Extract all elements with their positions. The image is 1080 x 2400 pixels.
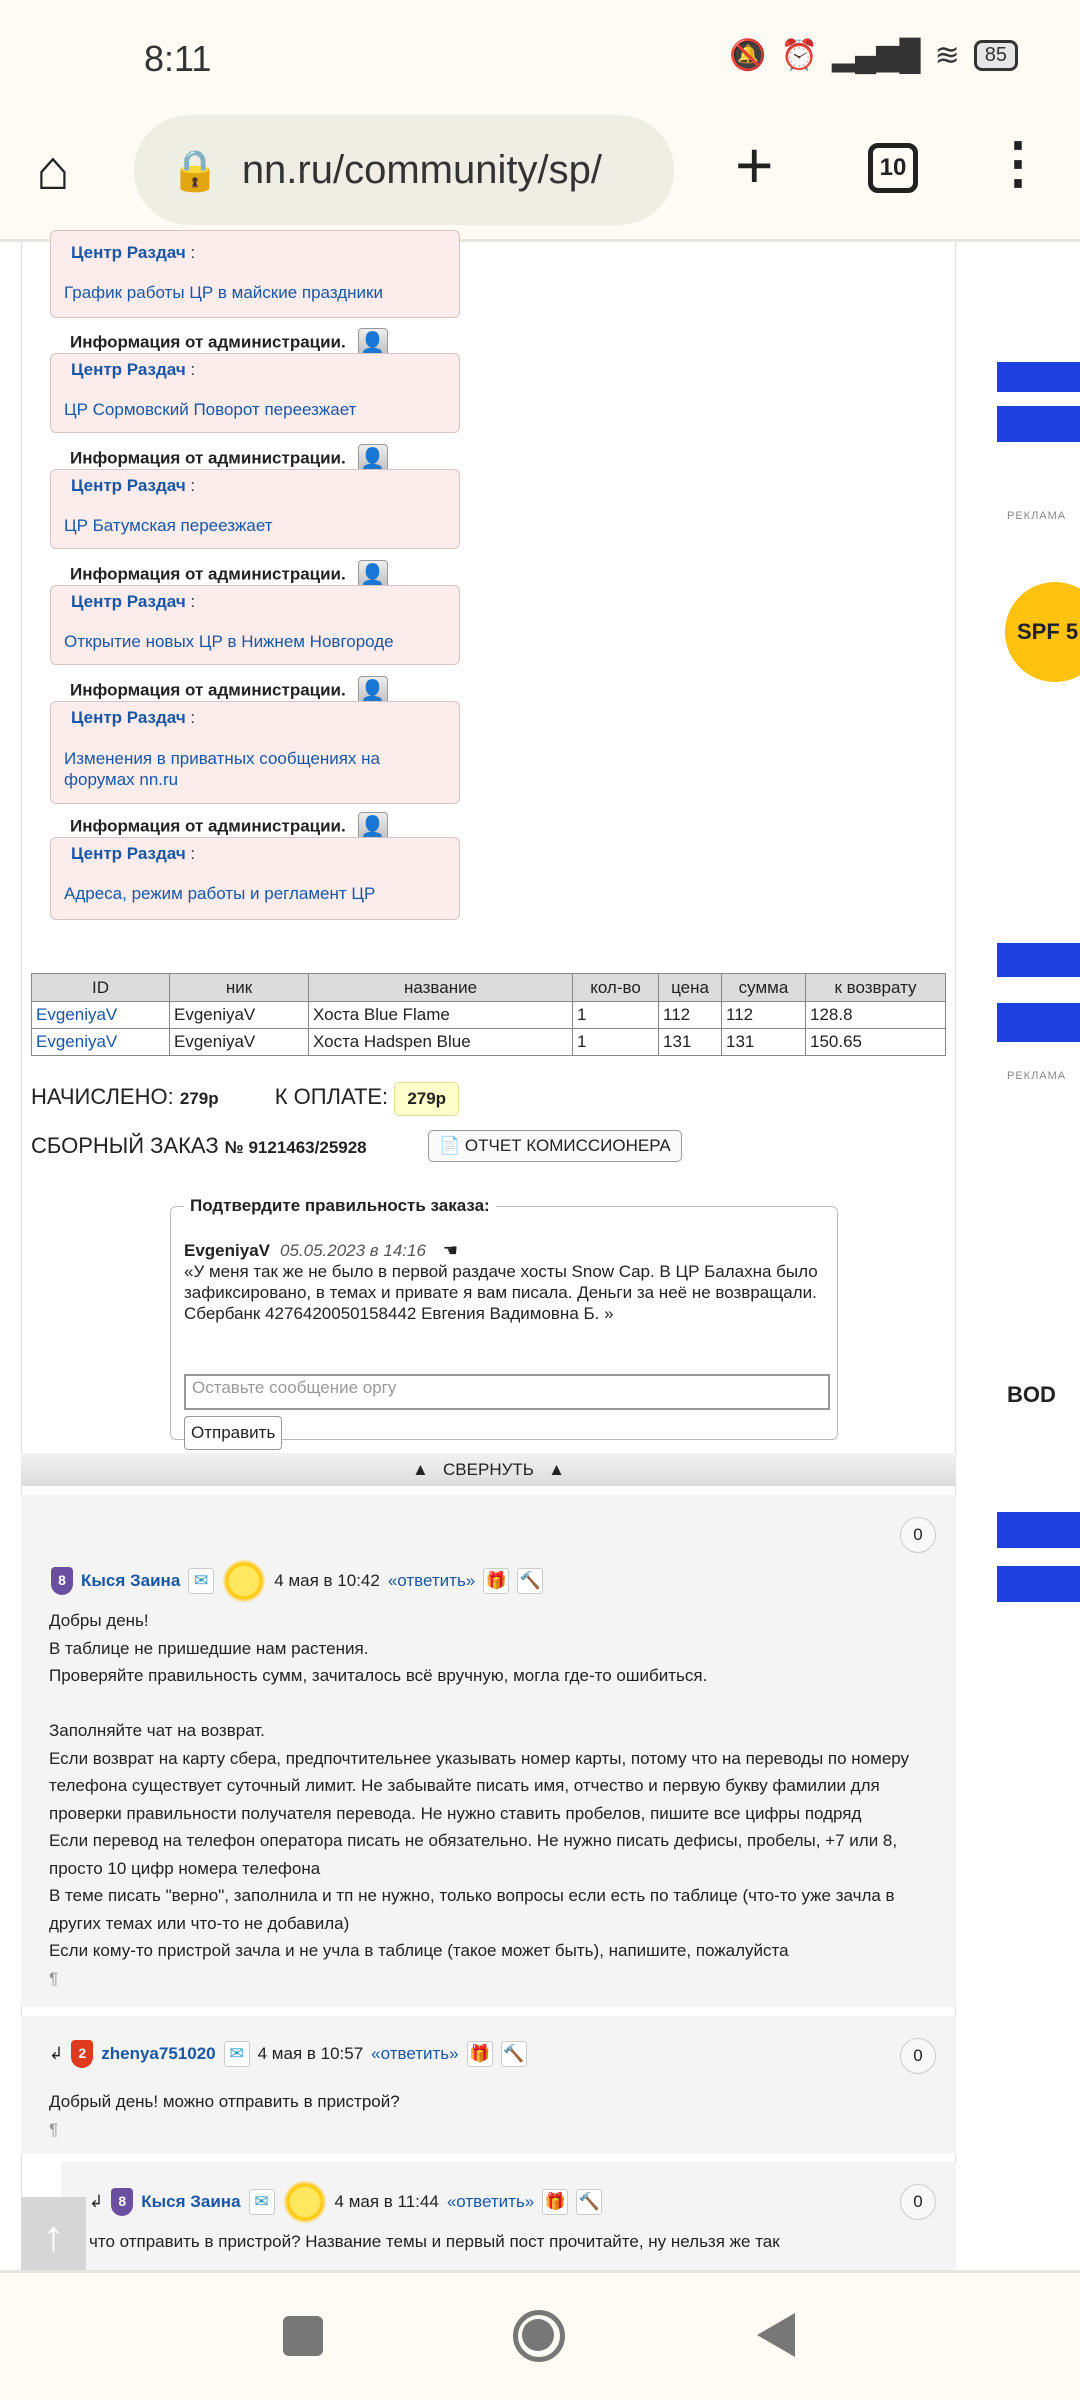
alarm-icon: ⏰ <box>780 39 818 72</box>
back-button[interactable] <box>757 2313 795 2357</box>
author-link[interactable]: zhenya751020 <box>101 2044 215 2064</box>
order-table: ID ник название кол-во цена сумма к возв… <box>31 973 946 1056</box>
table-header: ID ник название кол-во цена сумма к возв… <box>31 973 946 1002</box>
reply-arrow-icon: ↲ <box>49 2044 64 2063</box>
notice-link[interactable]: ЦР Батумская переезжает <box>64 516 273 536</box>
accrued-value: 279р <box>179 1089 219 1108</box>
notice-source: Центр Раздач <box>71 243 186 262</box>
ad-label: РЕКЛАМА <box>1007 510 1067 522</box>
recents-button[interactable] <box>283 2316 323 2356</box>
gavel-icon[interactable]: 🔨 <box>517 1568 544 1594</box>
reply-link[interactable]: «ответить» <box>371 2044 458 2064</box>
notice-link[interactable]: Изменения в приватных сообщениях на фору… <box>64 748 424 790</box>
browser-toolbar: ⌂ 🔒 nn.ru/community/sp/ + 10 ⋮ <box>0 115 1080 242</box>
wifi-icon: ≋ <box>934 39 960 72</box>
totals-line: НАЧИСЛЕНО: 279р К ОПЛАТЕ: 279р <box>31 1082 460 1116</box>
comment-date: 4 мая в 10:57 <box>257 2044 364 2063</box>
notice-box: Центр Раздач : Адреса, режим работы и ре… <box>50 837 460 920</box>
topay-value: 279р <box>394 1082 460 1116</box>
mail-icon[interactable]: ✉ <box>188 1568 215 1594</box>
gavel-icon[interactable]: 🔨 <box>500 2041 527 2067</box>
clock: 8:11 <box>144 38 212 79</box>
battery-icon: 85 <box>973 40 1018 71</box>
collapse-button[interactable]: ▲ СВЕРНУТЬ ▲ <box>21 1453 956 1486</box>
document-icon: 📄 <box>439 1136 461 1155</box>
author-link[interactable]: Кыся Заина <box>141 2192 240 2212</box>
commissioner-report-button[interactable]: 📄 ОТЧЕТ КОМИССИОНЕРА <box>428 1130 682 1162</box>
rating-count[interactable]: 0 <box>900 1517 936 1553</box>
confirm-order-box: Подтвердите правильность заказа: Evgeniy… <box>170 1196 838 1450</box>
status-icons: 🔕 ⏰ ▂▄▆█ ≋ 85 <box>729 38 1018 73</box>
ad-banner[interactable] <box>997 782 1080 1042</box>
rank-badge-icon: 8 <box>111 2188 134 2216</box>
notice-link[interactable]: ЦР Сормовский Поворот переезжает <box>64 400 356 420</box>
ad-banner[interactable] <box>997 1422 1080 1602</box>
user-link[interactable]: EvgeniyaV <box>36 1005 117 1024</box>
gift-icon[interactable]: 🎁 <box>466 2041 493 2067</box>
notice-box: Центр Раздач : Открытие новых ЦР в Нижне… <box>50 585 460 665</box>
pointing-hand-icon: ☚ <box>442 1241 458 1260</box>
scroll-to-top-button[interactable]: ↑ <box>21 2197 86 2279</box>
rank-badge-icon: 8 <box>51 1567 73 1595</box>
send-button[interactable]: Отправить <box>184 1416 283 1450</box>
sun-icon <box>282 2180 327 2224</box>
comment-date: 4 мая в 10:42 <box>274 1571 380 1590</box>
notice-box: Центр Раздач : График работы ЦР в майски… <box>50 230 460 318</box>
notice-box: Центр Раздач : ЦР Сормовский Поворот пер… <box>50 353 460 433</box>
author-link[interactable]: Кыся Заина <box>81 1571 180 1591</box>
ad-banner[interactable]: SPF 5 <box>997 542 1080 722</box>
status-bar: 8:11 🔕 ⏰ ▂▄▆█ ≋ 85 <box>0 0 1080 115</box>
notice-link[interactable]: График работы ЦР в майские праздники <box>64 283 383 303</box>
menu-icon[interactable]: ⋮ <box>990 135 1046 191</box>
notice-link[interactable]: Открытие новых ЦР в Нижнем Новгороде <box>64 632 394 652</box>
signal-icon: ▂▄▆█ <box>831 39 921 72</box>
pilcrow-icon: ¶ <box>49 2119 59 2139</box>
notice-box: Центр Раздач : ЦР Батумская переезжает <box>50 469 460 549</box>
mute-icon: 🔕 <box>729 39 767 72</box>
ads-column[interactable]: РЕКЛАМА SPF 5 РЕКЛАМА BOD <box>997 242 1080 2272</box>
confirm-message: EvgeniyaV 05.05.2023 в 14:16 ☚ «У меня та… <box>184 1241 818 1323</box>
gift-icon[interactable]: 🎁 <box>542 2189 569 2215</box>
rating-count[interactable]: 0 <box>900 2038 936 2074</box>
reply-arrow-icon: ↲ <box>89 2192 104 2211</box>
comment-text: что отправить в пристрой? Название темы … <box>89 2232 780 2251</box>
notice-box: Центр Раздач : Изменения в приватных соо… <box>50 701 460 804</box>
notice-link[interactable]: Адреса, режим работы и регламент ЦР <box>64 884 375 904</box>
comment: 0 8 Кыся Заина ✉ 4 мая в 10:42 «ответить… <box>21 1495 956 2007</box>
message-to-org-input[interactable]: Оставьте сообщение оргу <box>184 1374 830 1410</box>
reply-link[interactable]: «ответить» <box>388 1571 475 1591</box>
reply-link[interactable]: «ответить» <box>447 2192 534 2212</box>
comment: 0 ↲ 8 Кыся Заина ✉ 4 мая в 11:44 «ответи… <box>61 2162 956 2272</box>
comment-date: 4 мая в 11:44 <box>334 2192 439 2211</box>
home-button[interactable] <box>513 2310 565 2362</box>
comment-text: Добрый день! можно отправить в пристрой?… <box>49 2088 400 2143</box>
comment-text: Добры день! В таблице не пришедшие нам ра… <box>49 1607 909 1992</box>
navigation-bar <box>0 2270 1080 2400</box>
new-tab-button[interactable]: + <box>735 127 774 203</box>
ad-banner[interactable] <box>997 242 1080 442</box>
comment: 0 ↲ 2 zhenya751020 ✉ 4 мая в 10:57 «отве… <box>21 2016 956 2154</box>
table-row: EvgeniyaV EvgeniyaV Хоста Blue Flame 1 1… <box>31 1001 946 1029</box>
gift-icon[interactable]: 🎁 <box>483 1568 510 1594</box>
user-link[interactable]: EvgeniyaV <box>36 1032 117 1051</box>
table-row: EvgeniyaV EvgeniyaV Хоста Hadspen Blue 1… <box>31 1028 946 1056</box>
address-bar[interactable]: 🔒 nn.ru/community/sp/ <box>134 115 674 225</box>
order-number-line: СБОРНЫЙ ЗАКАЗ № 9121463/25928 <box>31 1133 367 1158</box>
url-text: nn.ru/community/sp/ <box>241 147 602 192</box>
ad-text[interactable]: BOD <box>997 1382 1080 1408</box>
rank-badge-icon: 2 <box>71 2040 94 2068</box>
gavel-icon[interactable]: 🔨 <box>576 2189 603 2215</box>
rating-count[interactable]: 0 <box>900 2184 936 2220</box>
tab-switcher-button[interactable]: 10 <box>868 143 918 193</box>
ad-label: РЕКЛАМА <box>1007 1070 1067 1082</box>
lock-icon: 🔒 <box>170 148 220 193</box>
home-icon[interactable]: ⌂ <box>36 137 70 202</box>
pilcrow-icon: ¶ <box>49 1968 59 1988</box>
mail-icon[interactable]: ✉ <box>223 2041 250 2067</box>
mail-icon[interactable]: ✉ <box>248 2189 275 2215</box>
sun-icon <box>222 1559 267 1603</box>
